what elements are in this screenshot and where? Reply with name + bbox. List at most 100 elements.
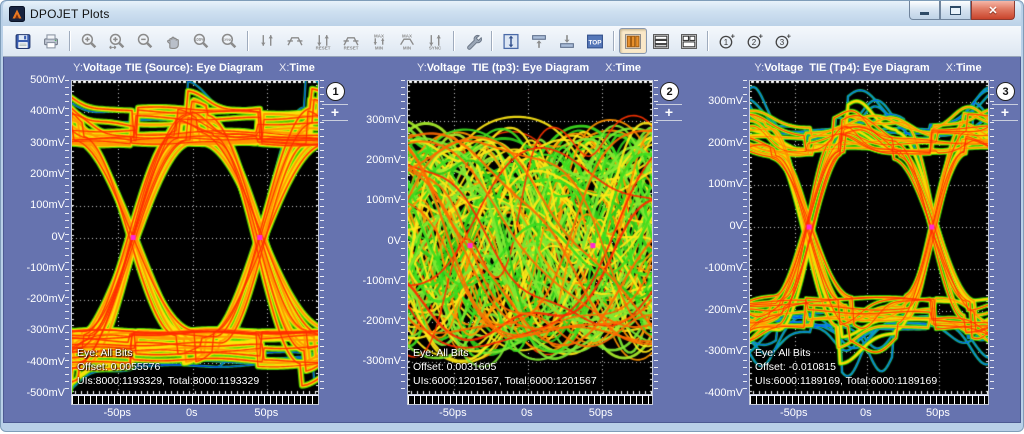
add-plot-1-button[interactable]: 1+ bbox=[713, 28, 741, 54]
add-measurement-button[interactable]: + bbox=[322, 104, 348, 121]
plot-1-header: Y:Voltage TIE (Source): Eye DiagramX:Tim… bbox=[73, 62, 315, 76]
cursors-v-txt-icon: SYNC bbox=[426, 33, 444, 50]
plot-header-y-title: Voltage TIE (tp3): Eye Diagram bbox=[427, 62, 589, 74]
top-button[interactable]: TOP bbox=[581, 28, 609, 54]
toolbar-separator bbox=[707, 31, 709, 51]
reset-vertical-cursors-button[interactable]: RESET bbox=[309, 28, 337, 54]
maxmin-vertical-cursors-button[interactable]: MAX MIN bbox=[365, 28, 393, 54]
plot-number-badge: 1 bbox=[326, 82, 345, 101]
save-icon bbox=[14, 33, 32, 50]
wrench-icon bbox=[464, 33, 482, 50]
plot-annotation: UIs:6000:1201567, Total:6000:1201567 bbox=[413, 375, 597, 387]
x-axis-label: 0s bbox=[168, 407, 216, 419]
close-icon: ✕ bbox=[988, 4, 997, 17]
add-measurement-button[interactable]: + bbox=[656, 104, 682, 121]
print-button[interactable] bbox=[37, 28, 65, 54]
zoom-horizontal-button[interactable] bbox=[103, 28, 131, 54]
svg-text:MAX: MAX bbox=[374, 33, 384, 38]
zoom-in-button[interactable] bbox=[75, 28, 103, 54]
plot-header-x-prefix: X: bbox=[279, 62, 289, 74]
close-button[interactable]: ✕ bbox=[971, 1, 1015, 20]
y-axis-label: -100mV bbox=[19, 262, 65, 274]
fit-vertical-button[interactable] bbox=[497, 28, 525, 54]
plot-number-badge: 2 bbox=[660, 82, 679, 101]
add-plot-3-button[interactable]: 3+ bbox=[769, 28, 797, 54]
cursors-h-txt-icon: RESET bbox=[342, 33, 360, 50]
plot-header-y-prefix: Y: bbox=[417, 62, 427, 74]
plot-number-badge: 3 bbox=[996, 82, 1015, 101]
zoom-h-icon bbox=[108, 33, 126, 50]
toolbar: 100%SYNCRESETRESETMAXMINMAXMINSYNCTOP1+2… bbox=[3, 26, 1021, 57]
y-axis-label: -100mV bbox=[355, 275, 401, 287]
layout-grid-icon bbox=[680, 33, 698, 50]
maxmin-horizontal-cursors-button[interactable]: MAXMIN bbox=[393, 28, 421, 54]
vertical-cursors-button[interactable] bbox=[253, 28, 281, 54]
plot-client-area: Y:Voltage TIE (Source): Eye DiagramX:Tim… bbox=[3, 57, 1021, 423]
y-axis-label: 200mV bbox=[697, 137, 743, 149]
plot-header-y-prefix: Y: bbox=[73, 62, 83, 74]
move-plot-up-button[interactable] bbox=[525, 28, 553, 54]
y-axis-label: 300mV bbox=[19, 137, 65, 149]
layout-rows-icon bbox=[652, 33, 670, 50]
layout-rows-button[interactable] bbox=[647, 28, 675, 54]
add-measurement-button[interactable]: + bbox=[992, 104, 1018, 121]
y-axis-label: 500mV bbox=[19, 74, 65, 86]
dpojet-plots-window: DPOJET Plots ✕ 100%SYNCRESETRESETMAXMINM… bbox=[0, 0, 1024, 432]
cursors-v-maxmin-icon: MAX MIN bbox=[370, 33, 388, 50]
x-axis-tick-strip bbox=[749, 395, 989, 405]
svg-text:3: 3 bbox=[780, 37, 785, 46]
add-plot-2-button[interactable]: 2+ bbox=[741, 28, 769, 54]
plot-annotation: Offset: -0.010815 bbox=[755, 361, 836, 373]
configure-wrench-button[interactable] bbox=[459, 28, 487, 54]
plot-header-x-prefix: X: bbox=[605, 62, 615, 74]
sync-cursors-button[interactable]: SYNC bbox=[421, 28, 449, 54]
maximize-icon bbox=[950, 6, 961, 15]
svg-text:100%: 100% bbox=[194, 37, 205, 42]
zoom-in-icon bbox=[80, 33, 98, 50]
zoom-sync-icon: SYNC bbox=[220, 33, 238, 50]
plot-2-header: Y:Voltage TIE (tp3): Eye DiagramX:Time bbox=[417, 62, 641, 76]
y-axis-label: -100mV bbox=[697, 262, 743, 274]
plot-header-x-title: Time bbox=[956, 62, 981, 74]
svg-text:+: + bbox=[759, 31, 764, 40]
svg-text:MIN: MIN bbox=[375, 45, 383, 50]
y-axis-label: 300mV bbox=[697, 95, 743, 107]
x-axis-label: -50ps bbox=[429, 407, 477, 419]
divider bbox=[322, 120, 348, 121]
layout-columns-button[interactable] bbox=[619, 28, 647, 54]
layout-cols-icon bbox=[624, 33, 642, 50]
svg-text:RESET: RESET bbox=[344, 45, 359, 50]
svg-text:SYNC: SYNC bbox=[222, 38, 233, 42]
y-axis-label: -400mV bbox=[19, 356, 65, 368]
cursors-h-maxmin-icon: MAXMIN bbox=[398, 33, 416, 50]
circle-num-icon: 2+ bbox=[746, 33, 764, 50]
y-axis-tick-strip bbox=[743, 80, 747, 393]
svg-text:+: + bbox=[731, 31, 736, 40]
title-bar[interactable]: DPOJET Plots ✕ bbox=[3, 1, 1021, 26]
x-axis-label: 0s bbox=[842, 407, 890, 419]
y-axis-label: 0V bbox=[19, 231, 65, 243]
zoom-100-button[interactable]: 100% bbox=[187, 28, 215, 54]
svg-text:TOP: TOP bbox=[589, 39, 603, 46]
hand-icon bbox=[164, 33, 182, 50]
minimize-button[interactable] bbox=[909, 1, 940, 20]
circle-num-icon: 3+ bbox=[774, 33, 792, 50]
save-button[interactable] bbox=[9, 28, 37, 54]
zoom-out-button[interactable] bbox=[131, 28, 159, 54]
reset-horizontal-cursors-button[interactable]: RESET bbox=[337, 28, 365, 54]
layout-grid-button[interactable] bbox=[675, 28, 703, 54]
plot-annotation: UIs:8000:1193329, Total:8000:1193329 bbox=[77, 375, 259, 387]
move-plot-down-button[interactable] bbox=[553, 28, 581, 54]
y-axis-label: 0V bbox=[697, 220, 743, 232]
y-axis-label: 100mV bbox=[355, 194, 401, 206]
pan-hand-button[interactable] bbox=[159, 28, 187, 54]
window-title: DPOJET Plots bbox=[30, 7, 110, 21]
zoom-out-icon bbox=[136, 33, 154, 50]
horizontal-cursors-button[interactable] bbox=[281, 28, 309, 54]
zoom-sync-button[interactable]: SYNC bbox=[215, 28, 243, 54]
maximize-button[interactable] bbox=[940, 1, 971, 20]
y-axis-label: -400mV bbox=[697, 387, 743, 399]
toolbar-separator bbox=[69, 31, 71, 51]
minimize-icon bbox=[920, 12, 929, 15]
y-axis-label: -200mV bbox=[697, 304, 743, 316]
